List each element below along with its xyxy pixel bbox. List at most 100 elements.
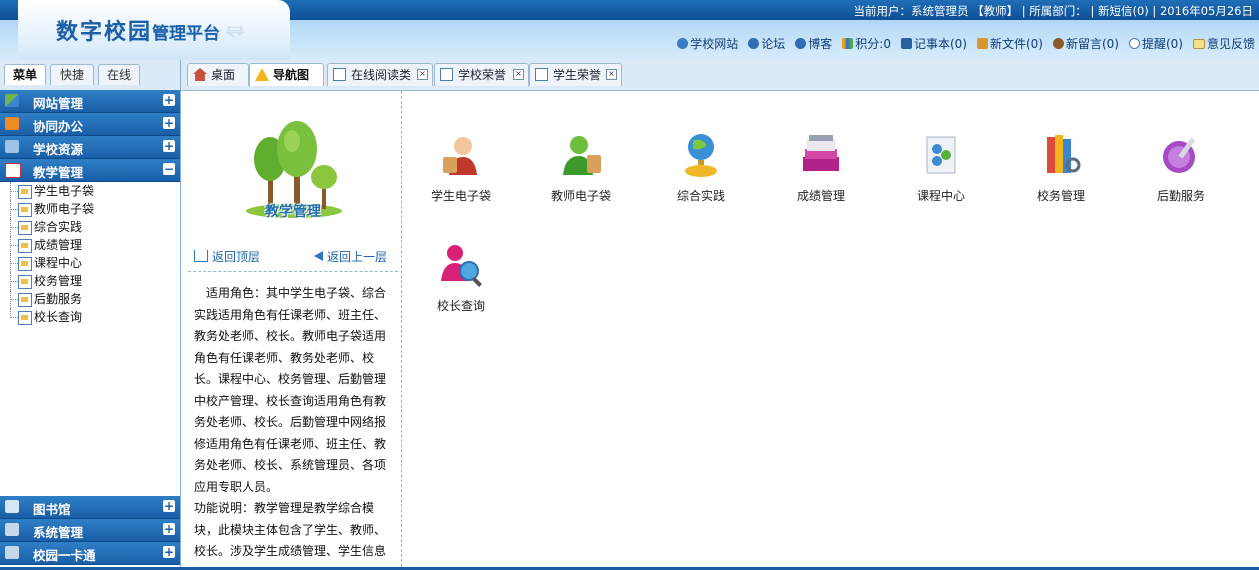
- website-icon: [5, 94, 19, 107]
- submenu-item[interactable]: 后勤服务: [0, 290, 180, 308]
- feedback-icon: [1192, 38, 1205, 49]
- blog-icon: [795, 38, 807, 49]
- expand-icon[interactable]: +: [163, 500, 175, 512]
- page-icon: [440, 68, 453, 81]
- collapse-icon[interactable]: −: [163, 163, 175, 175]
- teaching-submenu: 学生电子袋 教师电子袋 综合实践 成绩管理 课程中心 校务管理 后勤服务 校长查…: [0, 182, 180, 326]
- left-tabs: 菜单 快捷 在线: [0, 60, 180, 90]
- link-points[interactable]: 积分:0: [842, 35, 891, 52]
- link-school-site[interactable]: 学校网站: [677, 35, 738, 52]
- tab-online-reading[interactable]: 在线阅读类 ×: [327, 63, 433, 86]
- tab-school-honors[interactable]: 学校荣誉 ×: [434, 63, 529, 86]
- expand-icon[interactable]: +: [163, 117, 175, 129]
- module-description: 适用角色：其中学生电子袋、综合实践适用角色有任课老师、班主任、教务处老师、校长。…: [194, 283, 392, 563]
- menu-section-website[interactable]: 网站管理 +: [0, 90, 180, 113]
- link-blog[interactable]: 博客: [795, 35, 832, 52]
- page-icon: [18, 203, 32, 217]
- back-arrow-icon: [314, 251, 323, 261]
- forum-icon: [748, 38, 760, 49]
- back-up-link[interactable]: 返回上一层: [314, 248, 387, 265]
- home-outline-icon: [194, 250, 208, 262]
- card-icon: [5, 546, 19, 559]
- divider: [188, 271, 398, 272]
- expand-icon[interactable]: +: [163, 546, 175, 558]
- function-description: 功能说明：教学管理是教学综合模块，此模块主体包含了学生、教师、校长。涉及学生成绩…: [194, 501, 387, 558]
- file-icon: [976, 38, 988, 49]
- menu-section-teaching[interactable]: 教学管理 −: [0, 159, 180, 182]
- tab-desktop[interactable]: 桌面: [187, 63, 249, 86]
- left-tab-shortcut[interactable]: 快捷: [50, 64, 94, 85]
- page-icon: [535, 68, 548, 81]
- page-icon: [333, 68, 346, 81]
- back-to-top-link[interactable]: 返回顶层: [194, 248, 260, 265]
- points-icon: [842, 38, 854, 49]
- menu-section-system[interactable]: 系统管理 +: [0, 519, 180, 542]
- expand-icon[interactable]: +: [163, 140, 175, 152]
- menu-section-collab[interactable]: 协同办公 +: [0, 113, 180, 136]
- page-icon: [18, 311, 32, 325]
- menu-section-resources[interactable]: 学校资源 +: [0, 136, 180, 159]
- description-panel: 教学管理 返回顶层 返回上一层 适用角色：其中学生电子袋、综合实践适用角色有任课…: [186, 91, 402, 567]
- link-new-files[interactable]: 新文件(0): [976, 35, 1043, 52]
- close-icon[interactable]: ×: [513, 69, 524, 80]
- module-student-bag[interactable]: 学生电子袋: [411, 131, 511, 204]
- module-logistics[interactable]: 后勤服务: [1131, 131, 1231, 204]
- expand-icon[interactable]: +: [163, 94, 175, 106]
- left-tab-menu[interactable]: 菜单: [4, 64, 46, 85]
- page-icon: [18, 239, 32, 253]
- page-icon: [18, 293, 32, 307]
- page-icon: [18, 185, 32, 199]
- home-icon: [193, 68, 207, 81]
- teaching-icon: [5, 163, 21, 178]
- warning-icon: [255, 68, 269, 81]
- close-icon[interactable]: ×: [417, 69, 428, 80]
- tools-icon: [5, 523, 19, 536]
- module-grades[interactable]: 成绩管理: [771, 131, 871, 204]
- module-course-center[interactable]: 课程中心: [891, 131, 991, 204]
- principal-search-icon: [441, 245, 482, 287]
- link-reminders[interactable]: 提醒(0): [1128, 35, 1183, 52]
- panel-title: 教学管理: [265, 204, 321, 220]
- module-principal-query[interactable]: 校长查询: [411, 241, 511, 314]
- submenu-item[interactable]: 教师电子袋: [0, 200, 180, 218]
- service-icon: [1163, 137, 1196, 173]
- page-icon: [18, 275, 32, 289]
- left-tab-online[interactable]: 在线: [98, 64, 140, 85]
- content-area: 教学管理 返回顶层 返回上一层 适用角色：其中学生电子袋、综合实践适用角色有任课…: [186, 91, 1259, 567]
- submenu-item[interactable]: 学生电子袋: [0, 182, 180, 200]
- submenu-item[interactable]: 校务管理: [0, 272, 180, 290]
- submenu-item[interactable]: 校长查询: [0, 308, 180, 326]
- logo-reflection: 数字校园管理平台: [56, 24, 249, 38]
- left-sidebar: 菜单 快捷 在线 网站管理 + 协同办公 + 学校资源 + 教学管理 − 学生电…: [0, 60, 181, 570]
- module-teacher-bag[interactable]: 教师电子袋: [531, 131, 631, 204]
- books-icon: [1047, 135, 1081, 173]
- module-practice[interactable]: 综合实践: [651, 131, 751, 204]
- page-icon: [18, 257, 32, 271]
- submenu-item[interactable]: 综合实践: [0, 218, 180, 236]
- submenu-item[interactable]: 课程中心: [0, 254, 180, 272]
- globe-practice-icon: [685, 134, 717, 177]
- page-icon: [18, 221, 32, 235]
- notebook-icon: [900, 38, 912, 49]
- library-icon: [5, 500, 19, 513]
- close-icon[interactable]: ×: [606, 69, 617, 80]
- tab-student-honors[interactable]: 学生荣誉 ×: [529, 63, 622, 86]
- submenu-item[interactable]: 成绩管理: [0, 236, 180, 254]
- link-feedback[interactable]: 意见反馈: [1192, 35, 1255, 52]
- course-center-icon: [926, 136, 956, 174]
- link-forum[interactable]: 论坛: [748, 35, 785, 52]
- link-new-messages[interactable]: 新留言(0): [1052, 35, 1119, 52]
- message-icon: [1052, 38, 1064, 49]
- expand-icon[interactable]: +: [163, 523, 175, 535]
- resource-icon: [5, 140, 19, 153]
- menu-section-campus-card[interactable]: 校园一卡通 +: [0, 542, 180, 565]
- tab-bar: 桌面 导航图 在线阅读类 × 学校荣誉 × 学生荣誉 ×: [181, 60, 1259, 91]
- link-notebook[interactable]: 记事本(0): [900, 35, 967, 52]
- grades-icon: [803, 135, 839, 171]
- tab-nav-map[interactable]: 导航图: [249, 63, 324, 86]
- top-links: 学校网站 论坛 博客 积分:0 记事本(0) 新文件(0) 新留言(0) 提醒(…: [677, 35, 1255, 52]
- module-affairs[interactable]: 校务管理: [1011, 131, 1111, 204]
- role-description: 适用角色：其中学生电子袋、综合实践适用角色有任课老师、班主任、教务处老师、校长。…: [194, 286, 387, 494]
- menu-section-library[interactable]: 图书馆 +: [0, 496, 180, 519]
- globe-icon: [677, 38, 689, 49]
